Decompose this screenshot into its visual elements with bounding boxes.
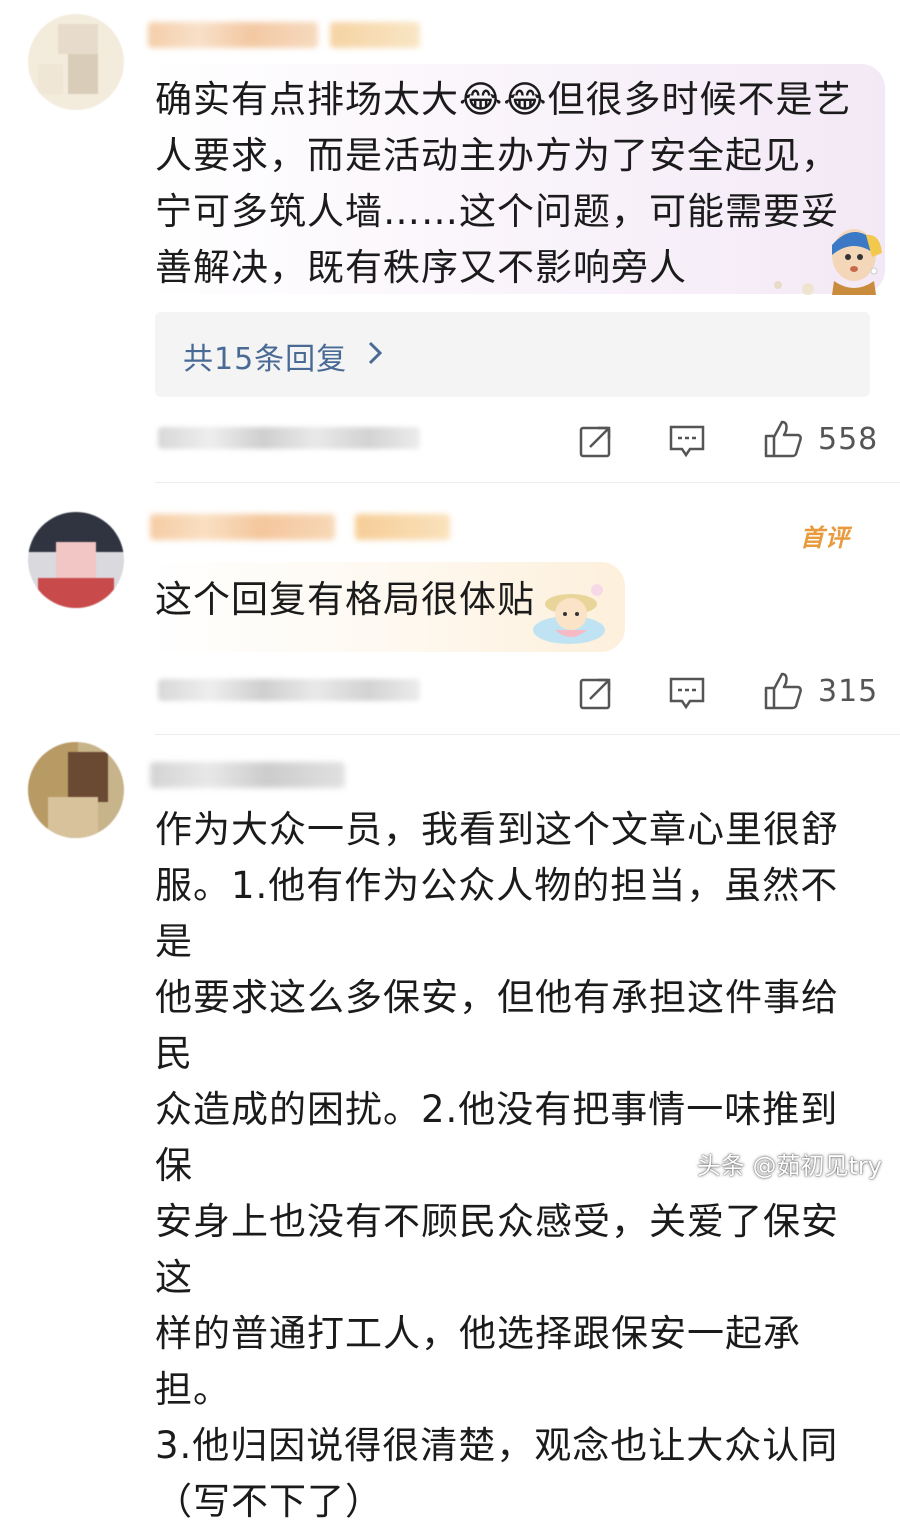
divider <box>155 734 900 735</box>
username[interactable] <box>148 22 318 48</box>
avatar[interactable] <box>28 14 124 110</box>
watermark: 头条 @茹初见try <box>696 1152 882 1180</box>
user-badge <box>330 22 420 48</box>
chevron-right-icon <box>368 341 383 365</box>
comment-text: 这个回复有格局很体贴 <box>155 578 535 621</box>
replies-box[interactable]: 共15条回复 <box>155 312 870 397</box>
like-icon[interactable] <box>762 671 804 711</box>
comment-icon[interactable] <box>668 675 706 711</box>
first-comment-badge: 首评 <box>800 524 850 552</box>
timestamp-location <box>158 427 420 449</box>
like-icon[interactable] <box>762 419 804 459</box>
repost-icon[interactable] <box>578 423 614 459</box>
comment-2: 首评 这个回复有格局很体贴 315 <box>0 484 900 734</box>
user-badge <box>355 514 450 540</box>
avatar[interactable] <box>28 742 124 838</box>
repost-icon[interactable] <box>578 675 614 711</box>
username[interactable] <box>150 762 345 788</box>
username[interactable] <box>150 514 335 540</box>
like-count: 558 <box>818 422 879 457</box>
view-replies-link[interactable]: 共15条回复 <box>183 334 347 378</box>
girl-pearl-earring-sticker <box>774 229 882 295</box>
timestamp-location <box>158 679 420 701</box>
comment-3: 作为大众一员，我看到这个文章心里很舒 服。1.他有作为公众人物的担当，虽然不是 … <box>0 736 900 1523</box>
comment-1: 确实有点排场太大😂😂但很多时候不是艺 人要求，而是活动主办方为了安全起见， 宁可… <box>0 0 900 480</box>
cartoon-sticker <box>533 584 605 644</box>
avatar[interactable] <box>28 512 124 608</box>
comment-text: 确实有点排场太大😂😂但很多时候不是艺 人要求，而是活动主办方为了安全起见， 宁可… <box>155 78 852 289</box>
comment-icon[interactable] <box>668 423 706 459</box>
like-count: 315 <box>818 674 879 709</box>
divider <box>155 482 900 483</box>
